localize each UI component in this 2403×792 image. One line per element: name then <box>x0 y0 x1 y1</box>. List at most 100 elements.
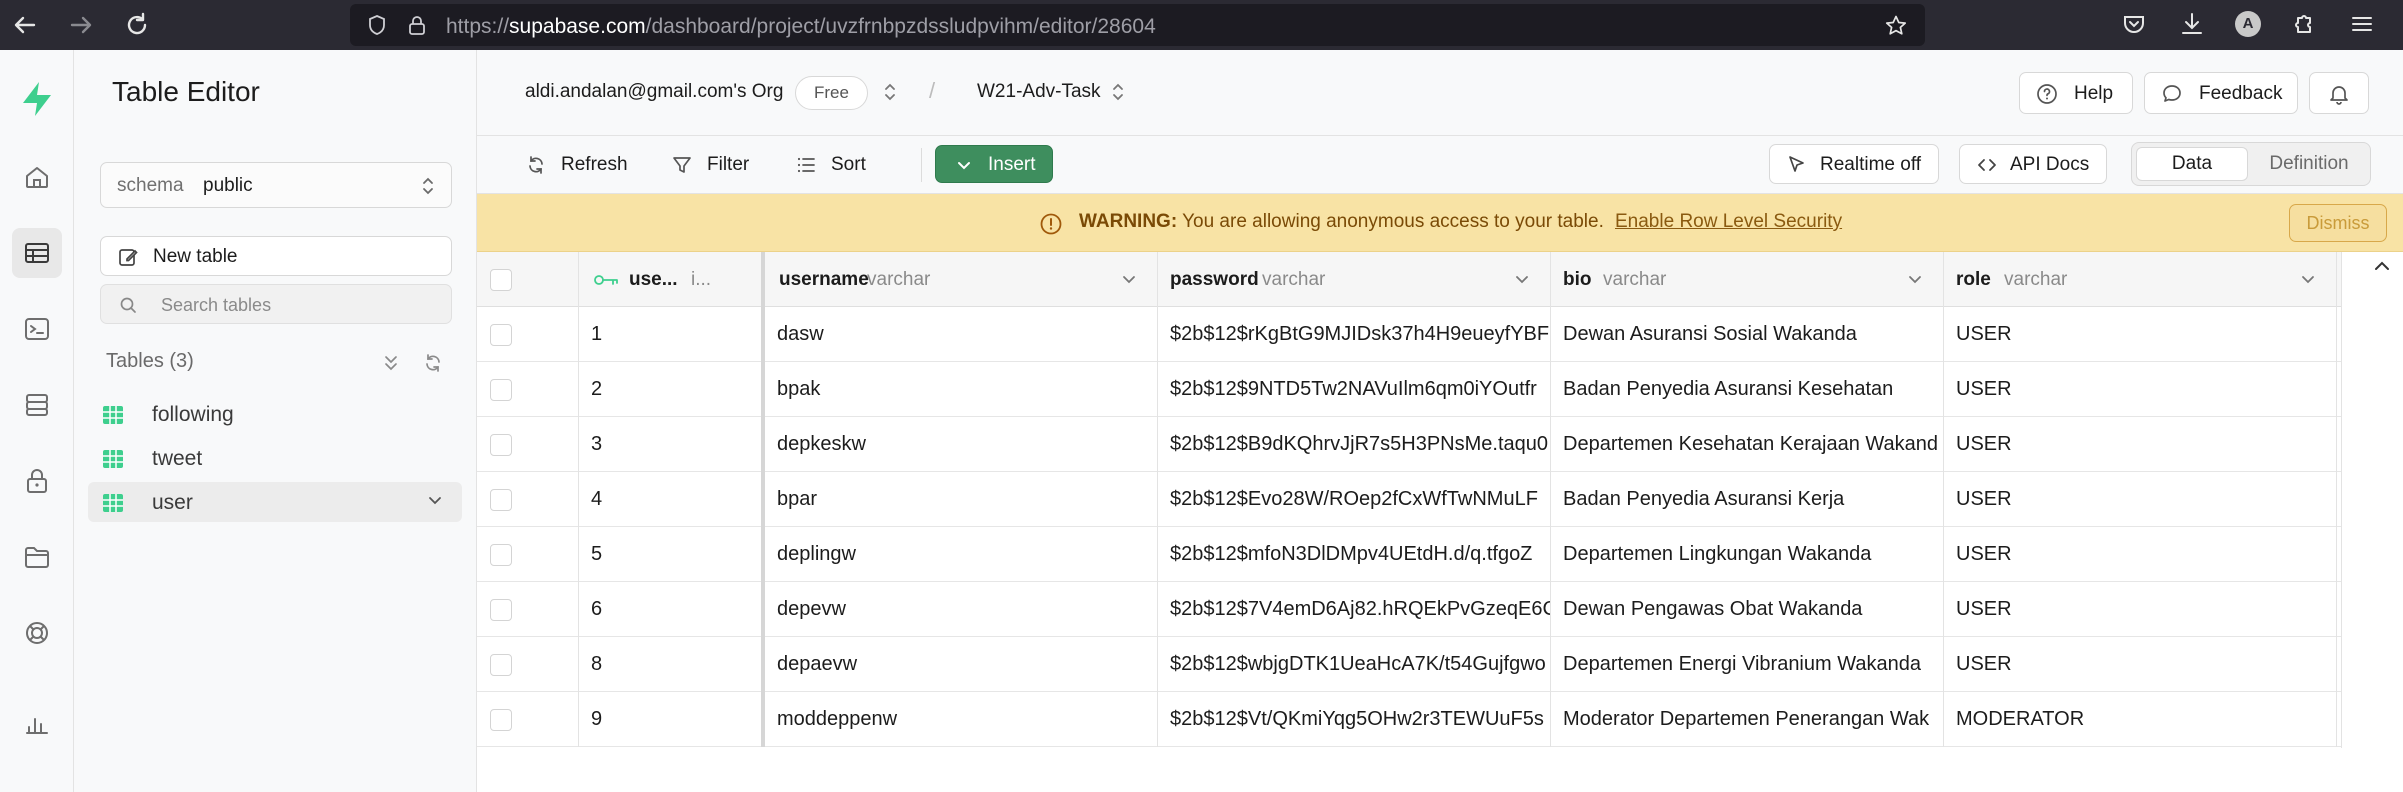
cell-username[interactable]: depevw <box>765 582 1158 637</box>
sidebar-item-user[interactable]: user <box>88 482 462 522</box>
profile-avatar[interactable]: A <box>2235 11 2261 37</box>
column-header-bio[interactable]: bio varchar <box>1551 252 1944 307</box>
cell-bio[interactable]: Departemen Kesehatan Kerajaan Wakand <box>1551 417 1944 472</box>
lock-icon[interactable] <box>406 14 428 36</box>
cell-username[interactable]: deplingw <box>765 527 1158 582</box>
cell-username[interactable]: depaevw <box>765 637 1158 692</box>
table-row[interactable]: 3 depkeskw $2b$12$B9dKQhrvJjR7s5H3PNsMe.ta… <box>477 417 2341 472</box>
collapse-all-icon[interactable] <box>380 352 402 374</box>
sidebar-item-tweet[interactable]: tweet <box>88 438 462 478</box>
dismiss-button[interactable]: Dismiss <box>2289 204 2387 242</box>
row-checkbox[interactable] <box>490 434 512 456</box>
notifications-button[interactable] <box>2309 72 2369 114</box>
org-switcher-icon[interactable] <box>881 80 899 104</box>
home-icon[interactable] <box>12 152 62 202</box>
reload-icon[interactable] <box>118 6 156 44</box>
menu-icon[interactable] <box>2348 10 2376 38</box>
cell-user-id[interactable]: 8 <box>579 637 765 692</box>
org-name[interactable]: aldi.andalan@gmail.com's Org <box>525 81 783 103</box>
sql-editor-icon[interactable] <box>12 304 62 354</box>
table-row[interactable]: 9 moddeppenw $2b$12$Vt/QKmiYqg5OHw2r3TEWUu… <box>477 692 2341 747</box>
select-all-checkbox[interactable] <box>490 269 512 291</box>
cell-password[interactable]: $2b$12$9NTD5Tw2NAVuIlm6qm0iYOutfr <box>1158 362 1551 417</box>
cell-role[interactable]: USER <box>1944 307 2337 362</box>
storage-folder-icon[interactable] <box>12 532 62 582</box>
cell-password[interactable]: $2b$12$Evo28W/ROep2fCxWfTwNMuLF <box>1158 472 1551 527</box>
cell-user-id[interactable]: 1 <box>579 307 765 362</box>
address-bar[interactable]: https://supabase.com/dashboard/project/u… <box>350 4 1925 46</box>
cell-role[interactable]: USER <box>1944 637 2337 692</box>
chevron-down-icon[interactable] <box>1121 271 1137 287</box>
row-checkbox[interactable] <box>490 599 512 621</box>
insert-button[interactable]: Insert <box>935 145 1053 183</box>
supabase-logo-icon[interactable] <box>12 74 62 124</box>
table-row[interactable]: 6 depevw $2b$12$7V4emD6Aj82.hRQEkPvGzeqE6C… <box>477 582 2341 637</box>
table-row[interactable]: 2 bpak $2b$12$9NTD5Tw2NAVuIlm6qm0iYOutfr Ba… <box>477 362 2341 417</box>
scroll-up-arrow-icon[interactable] <box>2372 256 2392 276</box>
cell-bio[interactable]: Dewan Asuransi Sosial Wakanda <box>1551 307 1944 362</box>
chevron-down-icon[interactable] <box>2300 271 2316 287</box>
project-switcher-icon[interactable] <box>1109 80 1127 104</box>
column-header-user-id[interactable]: use... i... <box>579 252 765 307</box>
cell-user-id[interactable]: 2 <box>579 362 765 417</box>
cell-role[interactable]: USER <box>1944 362 2337 417</box>
grid-scroll-track[interactable] <box>2341 252 2363 748</box>
cell-username[interactable]: bpak <box>765 362 1158 417</box>
reports-chart-icon[interactable] <box>12 700 62 750</box>
cell-password[interactable]: $2b$12$wbjgDTK1UeaHcA7K/t54Gujfgwo <box>1158 637 1551 692</box>
row-checkbox[interactable] <box>490 654 512 676</box>
cell-password[interactable]: $2b$12$mfoN3DlDMpv4UEtdH.d/q.tfgoZ <box>1158 527 1551 582</box>
cell-user-id[interactable]: 5 <box>579 527 765 582</box>
chevron-down-icon[interactable] <box>426 492 444 510</box>
cell-username[interactable]: moddeppenw <box>765 692 1158 747</box>
table-row[interactable]: 5 deplingw $2b$12$mfoN3DlDMpv4UEtdH.d/q.tf… <box>477 527 2341 582</box>
cell-role[interactable]: USER <box>1944 472 2337 527</box>
enable-rls-link[interactable]: Enable Row Level Security <box>1615 211 1842 233</box>
forward-icon[interactable] <box>62 6 100 44</box>
table-row[interactable]: 8 depaevw $2b$12$wbjgDTK1UeaHcA7K/t54Gujfg… <box>477 637 2341 692</box>
edge-functions-icon[interactable] <box>12 608 62 658</box>
cell-user-id[interactable]: 4 <box>579 472 765 527</box>
new-table-button[interactable]: New table <box>100 236 452 276</box>
filter-button[interactable]: Filter <box>671 149 771 181</box>
database-icon[interactable] <box>12 380 62 430</box>
cell-user-id[interactable]: 9 <box>579 692 765 747</box>
search-tables-input[interactable] <box>161 291 431 319</box>
column-header-username[interactable]: username varchar <box>765 252 1158 307</box>
cell-password[interactable]: $2b$12$7V4emD6Aj82.hRQEkPvGzeqE6C <box>1158 582 1551 637</box>
cell-username[interactable]: depkeskw <box>765 417 1158 472</box>
row-checkbox[interactable] <box>490 544 512 566</box>
cell-role[interactable]: USER <box>1944 582 2337 637</box>
column-header-password[interactable]: password varchar <box>1158 252 1551 307</box>
shield-icon[interactable] <box>366 14 388 36</box>
cell-user-id[interactable]: 6 <box>579 582 765 637</box>
row-checkbox[interactable] <box>490 379 512 401</box>
cell-role[interactable]: USER <box>1944 527 2337 582</box>
feedback-button[interactable]: Feedback <box>2144 72 2298 114</box>
chevron-down-icon[interactable] <box>1514 271 1530 287</box>
row-checkbox[interactable] <box>490 709 512 731</box>
cell-bio[interactable]: Moderator Departemen Penerangan Wak <box>1551 692 1944 747</box>
cell-bio[interactable]: Badan Penyedia Asuransi Kerja <box>1551 472 1944 527</box>
auth-lock-icon[interactable] <box>12 456 62 506</box>
cell-password[interactable]: $2b$12$Vt/QKmiYqg5OHw2r3TEWUuF5s <box>1158 692 1551 747</box>
table-editor-icon[interactable] <box>12 228 62 278</box>
refresh-tables-icon[interactable] <box>422 352 444 374</box>
schema-select[interactable]: schema public <box>100 162 452 208</box>
help-button[interactable]: Help <box>2019 72 2133 114</box>
cell-role[interactable]: MODERATOR <box>1944 692 2337 747</box>
cell-username[interactable]: dasw <box>765 307 1158 362</box>
sidebar-item-following[interactable]: following <box>88 394 462 434</box>
downloads-icon[interactable] <box>2178 10 2206 38</box>
cell-bio[interactable]: Departemen Energi Vibranium Wakanda <box>1551 637 1944 692</box>
cell-password[interactable]: $2b$12$B9dKQhrvJjR7s5H3PNsMe.taqu0 <box>1158 417 1551 472</box>
tab-data[interactable]: Data <box>2136 147 2248 181</box>
table-row[interactable]: 1 dasw $2b$12$rKgBtG9MJIDsk37h4H9eueyfYBF D… <box>477 307 2341 362</box>
table-row[interactable]: 4 bpar $2b$12$Evo28W/ROep2fCxWfTwNMuLF Bada… <box>477 472 2341 527</box>
cell-user-id[interactable]: 3 <box>579 417 765 472</box>
refresh-button[interactable]: Refresh <box>525 149 645 181</box>
row-checkbox[interactable] <box>490 489 512 511</box>
sort-button[interactable]: Sort <box>795 149 885 181</box>
bookmark-star-icon[interactable] <box>1884 14 1907 36</box>
tab-definition[interactable]: Definition <box>2250 147 2368 181</box>
